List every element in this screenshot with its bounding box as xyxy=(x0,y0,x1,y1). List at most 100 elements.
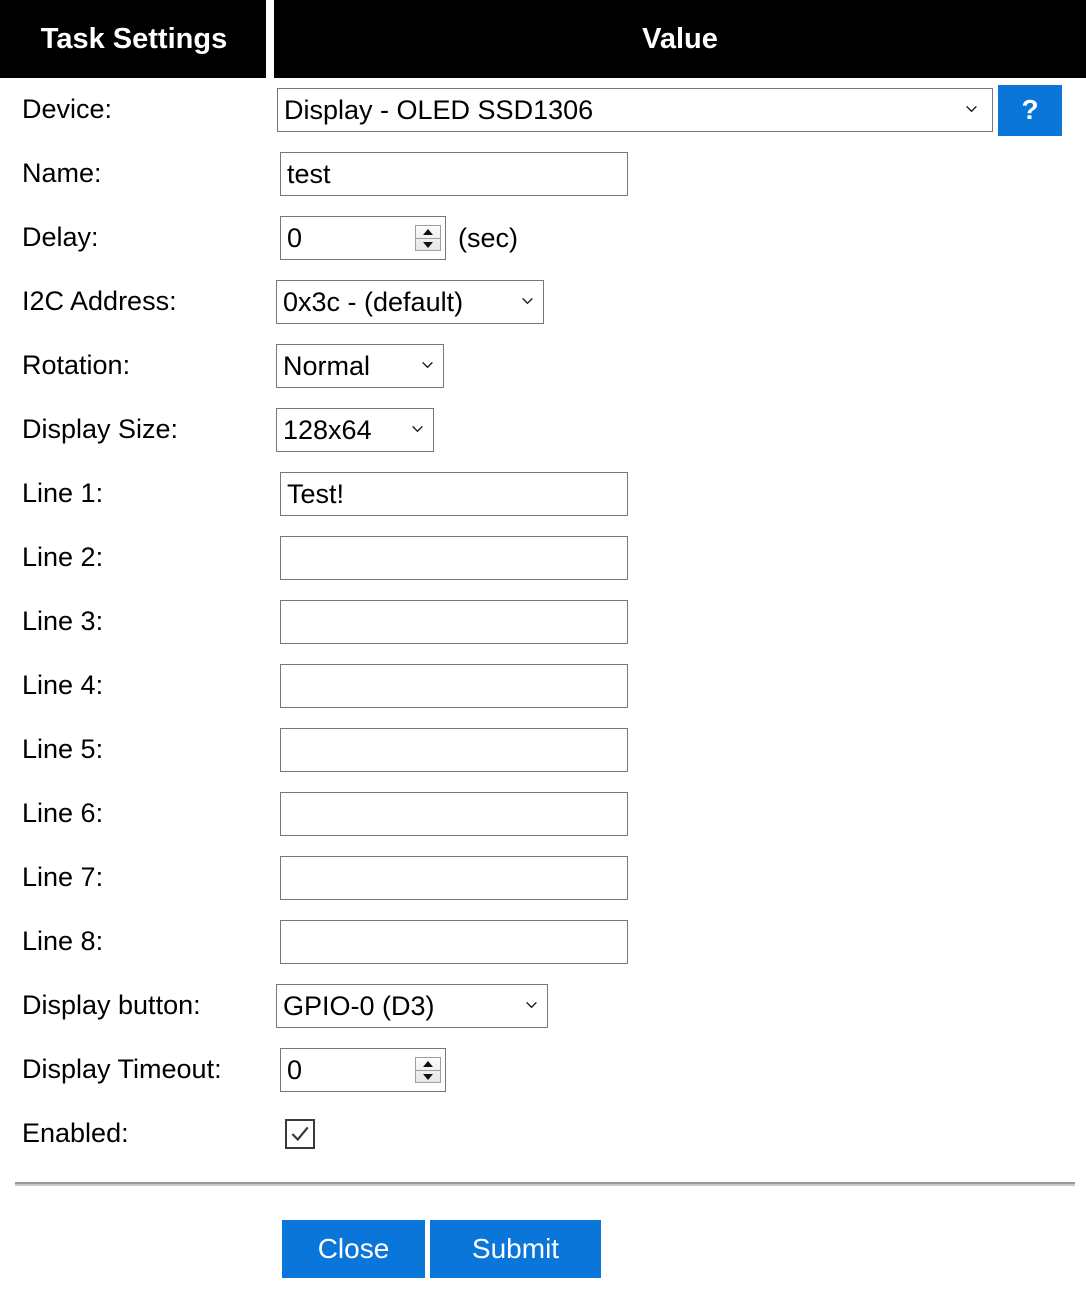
enabled-checkbox[interactable] xyxy=(285,1119,315,1149)
line-3-input[interactable] xyxy=(280,600,628,644)
value-line-2 xyxy=(274,526,1086,590)
footer-divider xyxy=(15,1182,1075,1186)
chevron-down-icon xyxy=(525,998,538,1011)
header-column-gap xyxy=(266,0,274,78)
line-5-input[interactable] xyxy=(280,728,628,772)
value-display-size: 128x64 xyxy=(274,398,1086,462)
spinner-down-icon[interactable] xyxy=(416,1070,440,1082)
value-line-8 xyxy=(274,910,1086,974)
label-line-7: Line 7: xyxy=(22,862,104,893)
row-line-3: Line 3: xyxy=(0,590,1086,654)
display-timeout-stepper[interactable] xyxy=(280,1048,446,1092)
rotation-value: Normal xyxy=(283,351,371,381)
line-3-control-group xyxy=(274,600,1086,644)
line-2-input[interactable] xyxy=(280,536,628,580)
value-line-6 xyxy=(274,782,1086,846)
header-task-settings: Task Settings xyxy=(0,0,266,78)
row-display-timeout: Display Timeout: xyxy=(0,1038,1086,1102)
device-help-button[interactable]: ? xyxy=(998,84,1062,136)
line-8-input[interactable] xyxy=(280,920,628,964)
value-i2c-address: 0x3c - (default) xyxy=(274,270,1086,334)
gap-cell xyxy=(266,718,274,782)
i2c-address-value: 0x3c - (default) xyxy=(283,287,464,317)
task-settings-table: Task Settings Value Device: Display - OL… xyxy=(0,0,1086,1166)
label-line-4: Line 4: xyxy=(22,670,104,701)
row-rotation: Rotation: Normal xyxy=(0,334,1086,398)
value-line-4 xyxy=(274,654,1086,718)
label-line-8: Line 8: xyxy=(22,926,104,957)
value-delay: (sec) xyxy=(274,206,1086,270)
label-enabled: Enabled: xyxy=(22,1118,129,1149)
submit-button[interactable]: Submit xyxy=(430,1220,601,1278)
label-line-6: Line 6: xyxy=(22,798,104,829)
row-display-button: Display button: GPIO-0 (D3) xyxy=(0,974,1086,1038)
footer-actions: Close Submit xyxy=(0,1220,1086,1278)
row-line-7: Line 7: xyxy=(0,846,1086,910)
delay-stepper[interactable] xyxy=(280,216,446,260)
chevron-down-icon xyxy=(521,294,534,307)
value-device: Display - OLED SSD1306 ? xyxy=(274,78,1086,142)
display-timeout-control-group xyxy=(274,1048,1086,1092)
gap-cell xyxy=(266,78,274,142)
device-select[interactable]: Display - OLED SSD1306 xyxy=(277,88,993,132)
line-4-input[interactable] xyxy=(280,664,628,708)
display-timeout-spinner-arrows[interactable] xyxy=(415,1057,441,1083)
gap-cell xyxy=(266,398,274,462)
spinner-down-icon[interactable] xyxy=(416,238,440,250)
line-5-control-group xyxy=(274,728,1086,772)
line-8-control-group xyxy=(274,920,1086,964)
label-line-3: Line 3: xyxy=(22,606,104,637)
label-display-size: Display Size: xyxy=(22,414,179,445)
spinner-up-icon[interactable] xyxy=(416,1058,440,1070)
delay-unit-label: (sec) xyxy=(458,222,518,253)
close-button[interactable]: Close xyxy=(282,1220,425,1278)
gap-cell xyxy=(266,270,274,334)
row-line-8: Line 8: xyxy=(0,910,1086,974)
row-line-5: Line 5: xyxy=(0,718,1086,782)
device-control-group: Display - OLED SSD1306 ? xyxy=(274,84,1086,136)
rotation-control-group: Normal xyxy=(274,344,1086,388)
row-line-4: Line 4: xyxy=(0,654,1086,718)
line-2-control-group xyxy=(274,536,1086,580)
label-name: Name: xyxy=(22,158,102,189)
label-line-5: Line 5: xyxy=(22,734,104,765)
gap-cell xyxy=(266,1102,274,1166)
name-input[interactable] xyxy=(280,152,628,196)
rotation-select[interactable]: Normal xyxy=(276,344,444,388)
gap-cell xyxy=(266,654,274,718)
display-button-select[interactable]: GPIO-0 (D3) xyxy=(276,984,548,1028)
label-display-button: Display button: xyxy=(22,990,201,1021)
row-device: Device: Display - OLED SSD1306 ? xyxy=(0,78,1086,142)
label-line-1: Line 1: xyxy=(22,478,104,509)
table-body: Device: Display - OLED SSD1306 ? Name: t… xyxy=(0,78,1086,1166)
row-line-2: Line 2: xyxy=(0,526,1086,590)
display-button-control-group: GPIO-0 (D3) xyxy=(274,984,1086,1028)
line-7-control-group xyxy=(274,856,1086,900)
row-name: Name: xyxy=(0,142,1086,206)
display-size-select[interactable]: 128x64 xyxy=(276,408,434,452)
gap-cell xyxy=(266,142,274,206)
label-display-timeout: Display Timeout: xyxy=(22,1054,222,1085)
label-delay: Delay: xyxy=(22,222,99,253)
chevron-down-icon xyxy=(411,422,424,435)
display-size-control-group: 128x64 xyxy=(274,408,1086,452)
gap-cell xyxy=(266,206,274,270)
line-7-input[interactable] xyxy=(280,856,628,900)
delay-spinner-arrows[interactable] xyxy=(415,225,441,251)
spinner-up-icon[interactable] xyxy=(416,226,440,238)
line-6-control-group xyxy=(274,792,1086,836)
value-name xyxy=(274,142,1086,206)
value-line-3 xyxy=(274,590,1086,654)
chevron-down-icon xyxy=(965,102,978,115)
line-1-input[interactable] xyxy=(280,472,628,516)
value-display-timeout xyxy=(274,1038,1086,1102)
value-display-button: GPIO-0 (D3) xyxy=(274,974,1086,1038)
label-i2c-address: I2C Address: xyxy=(22,286,177,317)
i2c-address-select[interactable]: 0x3c - (default) xyxy=(276,280,544,324)
row-line-6: Line 6: xyxy=(0,782,1086,846)
value-line-7 xyxy=(274,846,1086,910)
label-device: Device: xyxy=(22,94,113,125)
line-1-control-group xyxy=(274,472,1086,516)
row-i2c-address: I2C Address: 0x3c - (default) xyxy=(0,270,1086,334)
line-6-input[interactable] xyxy=(280,792,628,836)
